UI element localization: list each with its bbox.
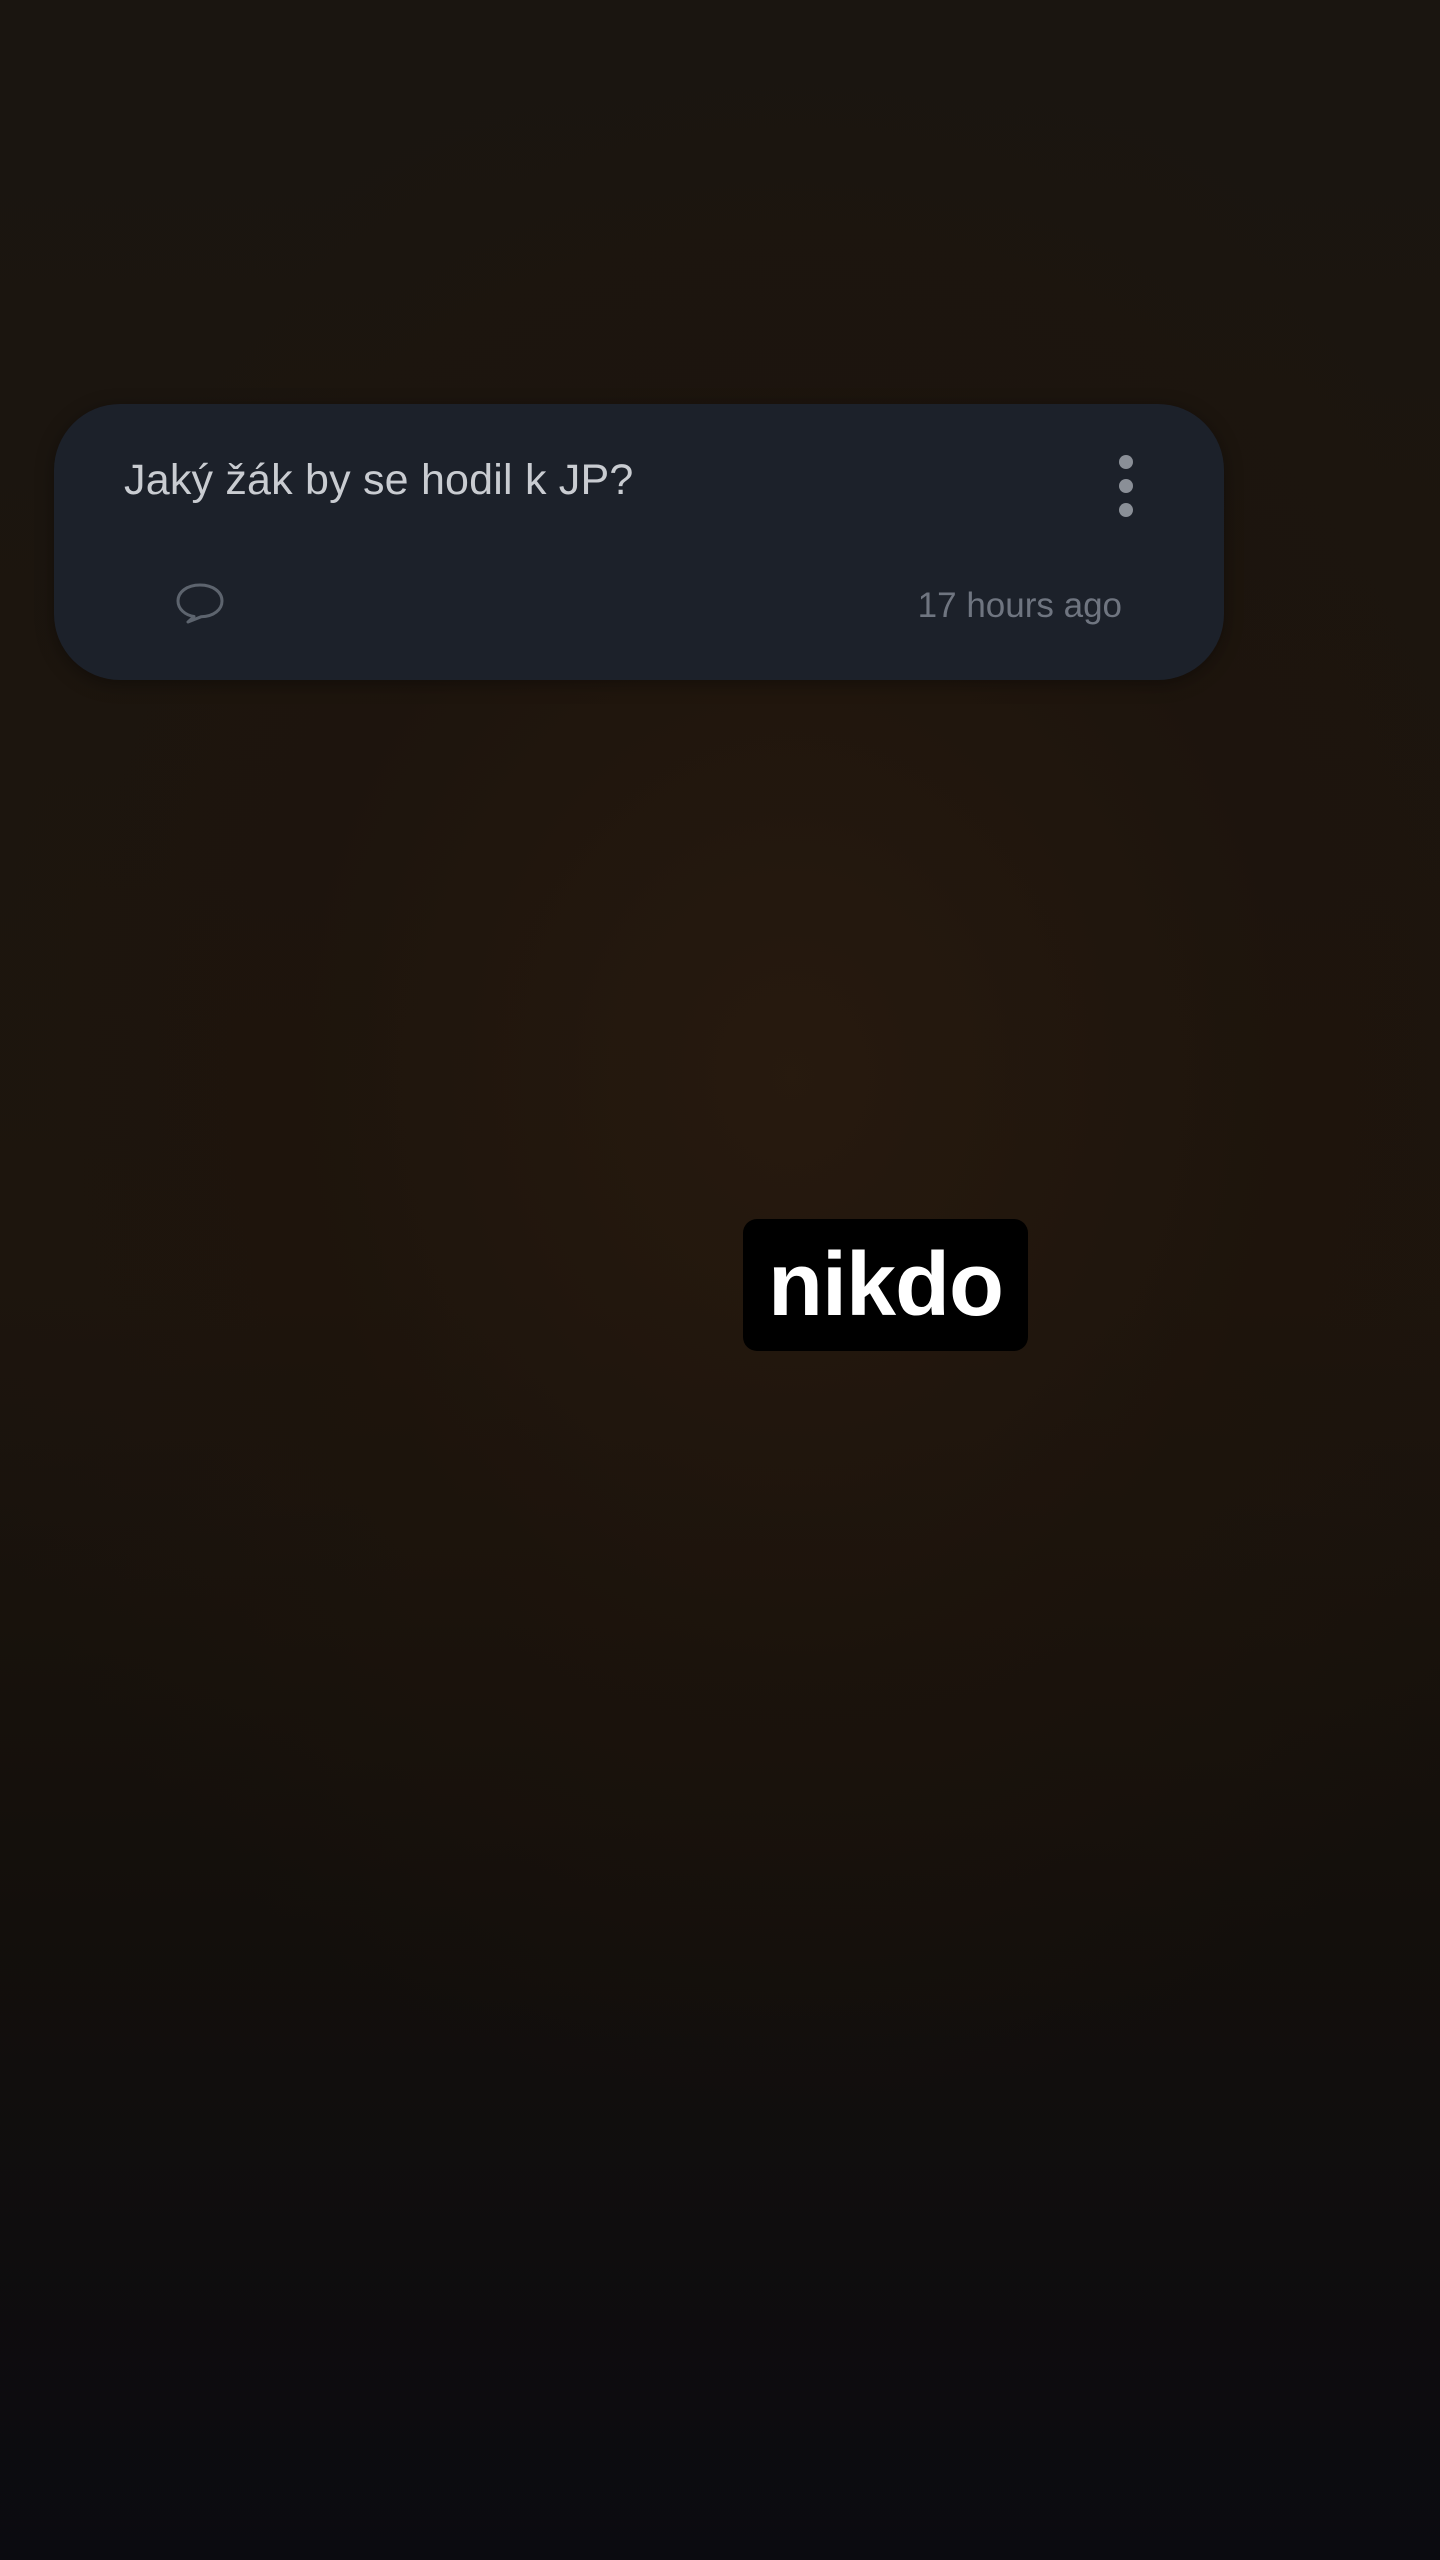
timestamp: 17 hours ago <box>917 586 1122 625</box>
reply-sticker: nikdo <box>743 1219 1028 1351</box>
comment-button[interactable] <box>164 572 236 634</box>
reply-text: nikdo <box>768 1235 1004 1335</box>
more-options-button[interactable] <box>1100 448 1152 524</box>
comment-bubble-icon <box>176 583 224 624</box>
question-text: Jaký žák by se hodil k JP? <box>124 456 634 504</box>
question-card: Jaký žák by se hodil k JP? 17 hours ago <box>54 404 1224 680</box>
more-vertical-icon <box>1119 455 1133 517</box>
